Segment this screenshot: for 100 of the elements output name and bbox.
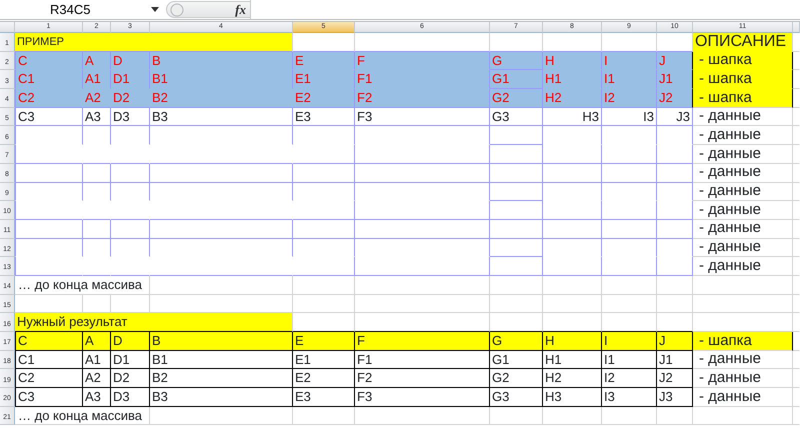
table-cell: - данные — [693, 126, 793, 146]
table-cell: F3 — [355, 388, 490, 407]
table-cell: I3 — [602, 108, 657, 126]
expand-handle-icon[interactable] — [170, 2, 184, 16]
table-cell — [543, 406, 602, 426]
table-cell: … до конца массива — [15, 276, 150, 295]
table-cell — [15, 238, 83, 258]
table-cell: C2 — [15, 369, 83, 388]
table-cell: E — [293, 332, 355, 351]
table-cell: E3 — [293, 108, 355, 126]
table-cell: E1 — [293, 350, 355, 370]
table-cell — [15, 145, 83, 164]
table-cell — [543, 164, 602, 182]
table-cell: - данные — [693, 201, 793, 220]
table-cell — [543, 201, 602, 220]
table-cell: A3 — [83, 388, 111, 407]
table-cell — [293, 257, 355, 276]
table-cell — [543, 257, 602, 276]
table-cell: ОПИСАНИЕ — [693, 33, 793, 52]
table-cell: H1 — [543, 70, 602, 90]
table-cell: E3 — [293, 388, 355, 407]
table-cell: - шапка — [693, 89, 793, 108]
table-cell: G2 — [490, 89, 543, 108]
table-cell: - шапка — [693, 52, 793, 70]
table-cell — [657, 220, 693, 239]
table-cell: I — [602, 332, 657, 351]
table-cell — [602, 257, 657, 276]
table-cell — [543, 145, 602, 164]
table-cell — [602, 406, 657, 426]
insert-function-button[interactable]: fx — [235, 0, 246, 20]
table-cell: D2 — [111, 89, 150, 108]
table-cell: F — [355, 52, 490, 70]
table-cell — [490, 164, 543, 182]
table-cell — [15, 201, 83, 220]
table-cell — [602, 220, 657, 239]
table-cell — [15, 126, 83, 146]
table-cell: G3 — [490, 108, 543, 126]
table-cell: ПРИМЕР — [15, 33, 293, 52]
table-cell: - данные — [693, 164, 793, 182]
table-cell — [111, 220, 150, 239]
table-cell — [602, 294, 657, 314]
table-cell: E2 — [293, 89, 355, 108]
table-cell: B — [150, 52, 293, 70]
table-cell — [490, 220, 543, 239]
table-cell: … до конца массива — [15, 406, 150, 426]
table-cell — [293, 164, 355, 182]
table-cell: - данные — [693, 182, 793, 202]
table-cell: G1 — [490, 350, 543, 370]
table-cell: D2 — [111, 369, 150, 388]
table-cell: A3 — [83, 108, 111, 126]
table-cell — [602, 201, 657, 220]
table-cell — [15, 182, 83, 202]
table-cell: B1 — [150, 70, 293, 90]
table-cell: - шапка — [693, 332, 793, 351]
caret-icon — [151, 7, 159, 12]
table-cell — [490, 126, 543, 146]
table-cell: H3 — [543, 388, 602, 407]
column-header[interactable] — [793, 22, 800, 33]
table-cell: B3 — [150, 108, 293, 126]
table-cell: D3 — [111, 388, 150, 407]
table-cell — [602, 276, 657, 295]
table-cell — [15, 257, 83, 276]
table-cell: F3 — [355, 108, 490, 126]
table-cell: I2 — [602, 369, 657, 388]
table-cell — [15, 164, 83, 182]
table-cell: H — [543, 52, 602, 70]
table-cell: C3 — [15, 388, 83, 407]
table-cell — [657, 145, 693, 164]
table-cell: - шапка — [693, 70, 793, 90]
table-cell — [657, 294, 693, 314]
table-cell — [657, 201, 693, 220]
table-cell: F — [355, 332, 490, 351]
table-cell: J2 — [657, 89, 693, 108]
table-cell: D1 — [111, 350, 150, 370]
table-cell: B2 — [150, 89, 293, 108]
table-cell: J3 — [657, 108, 693, 126]
table-cell: I — [602, 52, 657, 70]
table-cell: - данные — [693, 238, 793, 258]
table-cell — [602, 164, 657, 182]
table-cell: G3 — [490, 388, 543, 407]
table-cell: C1 — [15, 70, 83, 90]
table-cell — [293, 276, 355, 295]
table-cell — [657, 257, 693, 276]
table-cell: D1 — [111, 70, 150, 90]
table-cell — [490, 145, 543, 164]
table-cell: B1 — [150, 350, 293, 370]
table-cell: Нужный результат — [15, 313, 293, 332]
table-cell: I3 — [602, 388, 657, 407]
table-cell — [111, 164, 150, 182]
select-all-corner[interactable] — [0, 22, 15, 33]
name-box[interactable]: R34C5 — [0, 0, 148, 19]
table-cell: E2 — [293, 369, 355, 388]
table-cell: I1 — [602, 350, 657, 370]
table-cell: B — [150, 332, 293, 351]
table-cell — [293, 220, 355, 239]
table-cell: A — [83, 332, 111, 351]
table-cell — [602, 145, 657, 164]
table-cell: C3 — [15, 108, 83, 126]
table-cell: A1 — [83, 350, 111, 370]
table-cell: H2 — [543, 369, 602, 388]
